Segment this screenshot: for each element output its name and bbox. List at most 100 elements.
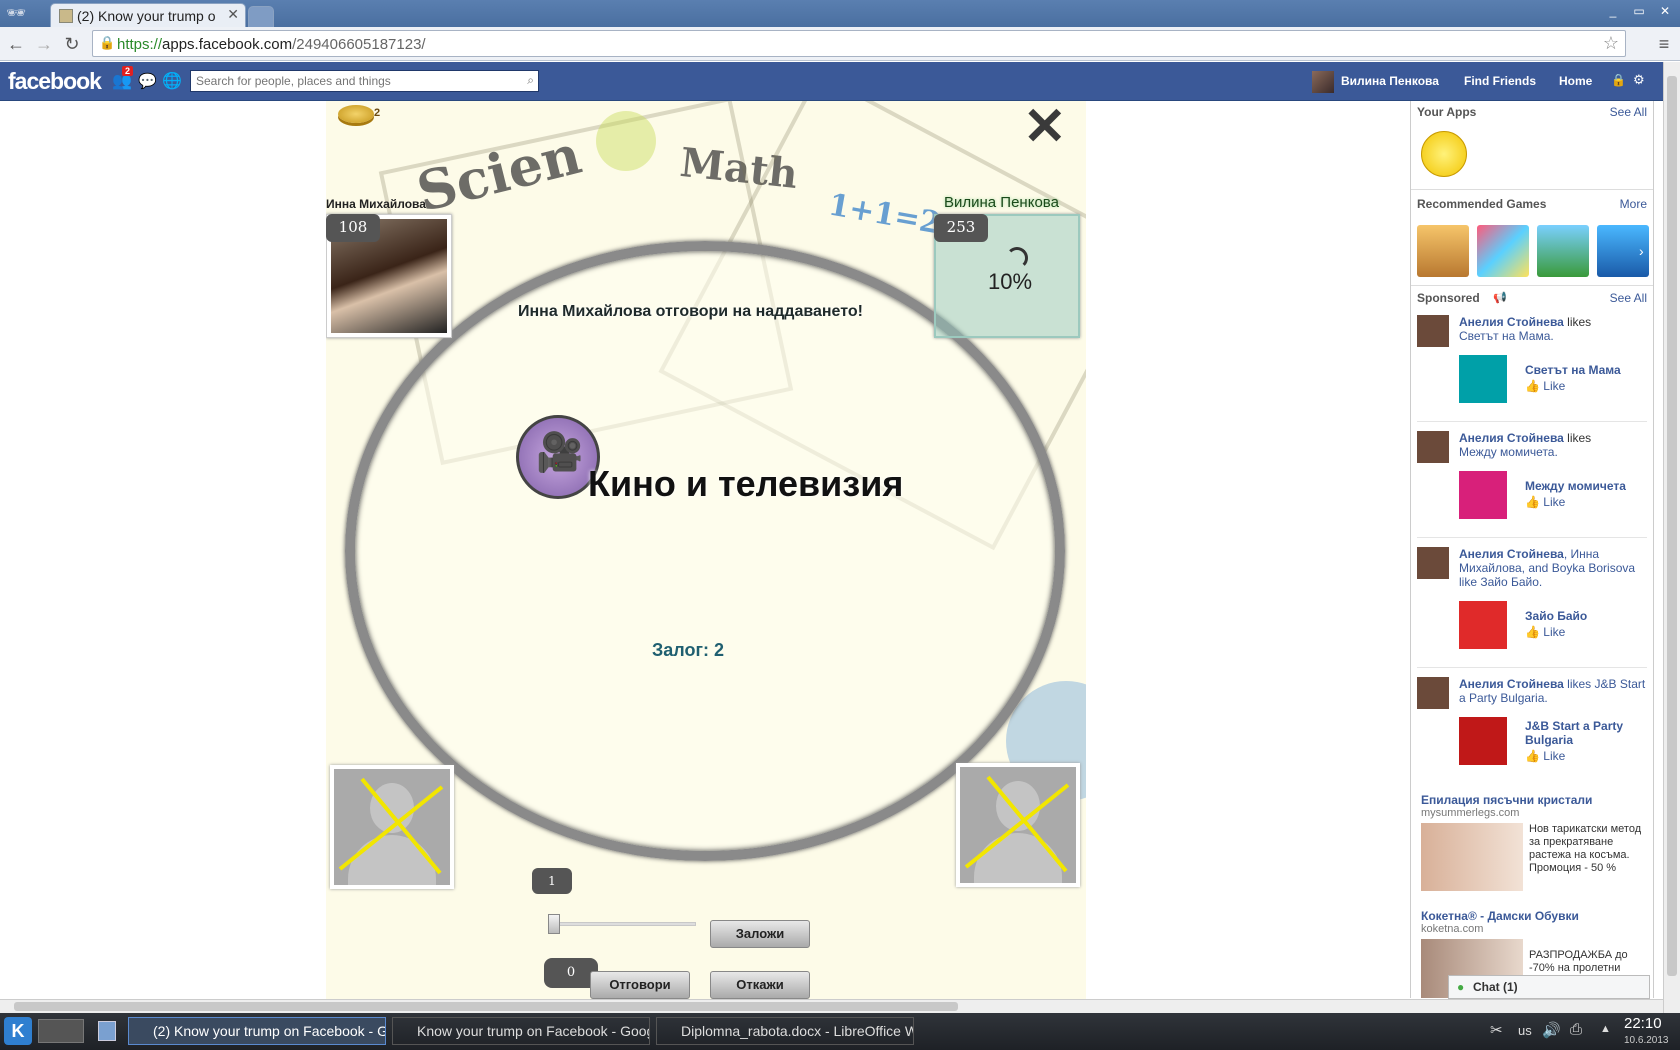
chat-bar[interactable]: ● Chat (1) xyxy=(1448,975,1650,999)
film-camera-glyph: 🎥 xyxy=(536,432,584,474)
tab-active[interactable]: (2) Know your trump o ✕ xyxy=(50,3,246,27)
ad-site[interactable]: koketna.com xyxy=(1421,923,1483,935)
keyboard-layout[interactable]: us xyxy=(1518,1023,1532,1038)
search-input[interactable] xyxy=(191,71,511,91)
minimize-icon[interactable]: _ xyxy=(1602,3,1624,19)
kde-menu-icon[interactable]: K xyxy=(4,1017,32,1045)
address-bar[interactable]: 🔒 https://apps.facebook.com/249406605187… xyxy=(92,30,1626,57)
like-link[interactable]: 👍 Like xyxy=(1525,749,1565,763)
avatar[interactable] xyxy=(1417,315,1449,347)
page-thumbnail[interactable] xyxy=(1459,355,1507,403)
chat-label: Chat (1) xyxy=(1473,980,1518,994)
incognito-icon: 🕶 xyxy=(6,5,27,22)
facebook-logo[interactable]: facebook xyxy=(8,68,102,95)
nav-find-friends[interactable]: Find Friends xyxy=(1464,74,1536,88)
tray-expand-icon[interactable]: ▲ xyxy=(1600,1023,1611,1035)
chat-online-icon: ● xyxy=(1457,980,1465,994)
menu-icon[interactable]: ≡ xyxy=(1652,32,1676,56)
like-link[interactable]: 👍 Like xyxy=(1525,379,1565,393)
taskbar-task-chrome-active[interactable]: (2) Know your trump on Facebook - G xyxy=(128,1017,386,1045)
app-icon-smiley[interactable] xyxy=(1421,131,1467,177)
taskbar-task-libreoffice[interactable]: Diplomna_rabota.docx - LibreOffice W xyxy=(656,1017,914,1045)
scroll-thumb[interactable] xyxy=(1667,76,1677,976)
pager-icon[interactable] xyxy=(38,1019,84,1043)
recommended-games-more[interactable]: More xyxy=(1620,197,1647,211)
tab-close-icon[interactable]: ✕ xyxy=(227,6,239,23)
clock-time[interactable]: 22:10 xyxy=(1624,1015,1662,1032)
settings-gear-icon[interactable]: ⚙ xyxy=(1633,72,1645,88)
game-thumb-petcity[interactable] xyxy=(1537,225,1589,277)
show-desktop-icon[interactable] xyxy=(98,1021,116,1041)
volume-icon[interactable]: 🔊 xyxy=(1542,1021,1561,1039)
page-thumbnail[interactable] xyxy=(1459,717,1507,765)
thumbs-up-icon: 👍 xyxy=(1525,625,1544,639)
url-text: https://apps.facebook.com/24940660518712… xyxy=(117,36,426,53)
notifications-icon[interactable]: 🌐 xyxy=(162,71,182,91)
x-mark-icon xyxy=(964,775,1070,873)
search-icon[interactable]: ⌕ xyxy=(527,73,534,88)
user-avatar[interactable] xyxy=(1312,71,1334,93)
page-name[interactable]: J&B Start a Party Bulgaria xyxy=(1525,719,1653,747)
maximize-icon[interactable]: ▭ xyxy=(1628,3,1650,19)
your-apps-see-all[interactable]: See All xyxy=(1610,105,1647,119)
reload-icon[interactable]: ↻ xyxy=(60,32,84,56)
sponsored-story: Анелия Стойнева likes Светът на Мама. Све… xyxy=(1417,315,1649,415)
coins-icon xyxy=(338,105,374,123)
story-text: Анелия Стойнева likes Светът на Мама. xyxy=(1459,315,1592,343)
tab-title: (2) Know your trump o xyxy=(77,8,216,24)
favicon-icon xyxy=(59,9,73,23)
tray-scissors-icon[interactable]: ✂ xyxy=(1490,1021,1503,1039)
bookmark-star-icon[interactable]: ☆ xyxy=(1603,33,1619,54)
nav-user-name[interactable]: Вилина Пенкова xyxy=(1341,74,1439,88)
avatar[interactable] xyxy=(1417,547,1449,579)
game-thumb-gems[interactable] xyxy=(1477,225,1529,277)
horizontal-scrollbar[interactable] xyxy=(0,999,1663,1013)
browser-tab-strip: 🕶 (2) Know your trump o ✕ _ ▭ ✕ xyxy=(0,0,1680,27)
taskbar-task-chrome[interactable]: Know your trump on Facebook - Goog xyxy=(392,1017,650,1045)
like-link[interactable]: 👍 Like xyxy=(1525,495,1565,509)
bet-slider-track[interactable] xyxy=(548,922,696,926)
like-link[interactable]: 👍 Like xyxy=(1525,625,1565,639)
thumbs-up-icon: 👍 xyxy=(1525,379,1544,393)
nav-home[interactable]: Home xyxy=(1559,74,1592,88)
page-name[interactable]: Между момичета xyxy=(1525,479,1626,493)
page-name[interactable]: Зайо Байо xyxy=(1525,609,1587,623)
ad-title[interactable]: Кокетна® - Дамски Обувки xyxy=(1421,909,1579,923)
network-icon[interactable]: ⎙ xyxy=(1570,1021,1582,1038)
ad-site[interactable]: mysummerlegs.com xyxy=(1421,807,1519,819)
coins-count: 2 xyxy=(374,107,381,119)
game-thumb-bear[interactable] xyxy=(1417,225,1469,277)
bet-button[interactable]: Заложи xyxy=(710,920,810,948)
recommended-games-heading: Recommended Games xyxy=(1417,197,1547,211)
avatar[interactable] xyxy=(1417,677,1449,709)
sponsored-see-all[interactable]: See All xyxy=(1610,291,1647,305)
facebook-header: facebook 👥 2 💬 🌐 ⌕ Вилина Пенкова Find F… xyxy=(0,62,1680,101)
empty-player-slot-left[interactable] xyxy=(330,765,454,889)
avatar[interactable] xyxy=(1417,431,1449,463)
empty-player-slot-right[interactable] xyxy=(956,763,1080,887)
games-next-icon[interactable]: › xyxy=(1639,243,1644,259)
privacy-shortcuts-icon[interactable]: 🔒 xyxy=(1611,73,1626,87)
ad-body: Нов тарикатски метод за прекратяване рас… xyxy=(1529,823,1642,874)
ad-title[interactable]: Епилация пясъчни кристали xyxy=(1421,793,1592,807)
answer-button[interactable]: Отговори xyxy=(590,971,690,999)
scroll-thumb[interactable] xyxy=(14,1002,958,1011)
close-game-icon[interactable]: ✕ xyxy=(1023,101,1067,153)
new-tab-button[interactable] xyxy=(248,6,274,27)
ad-image[interactable] xyxy=(1421,823,1523,891)
back-icon[interactable]: ← xyxy=(4,32,28,56)
decline-button[interactable]: Откажи xyxy=(710,971,810,999)
vertical-scrollbar[interactable] xyxy=(1663,62,1680,1013)
sponsored-story: Анелия Стойнева, Инна Михайлова, and Boy… xyxy=(1417,547,1649,667)
bet-slider-handle[interactable] xyxy=(548,914,560,934)
page-thumbnail[interactable] xyxy=(1459,601,1507,649)
page-thumbnail[interactable] xyxy=(1459,471,1507,519)
forward-icon[interactable]: → xyxy=(32,32,56,56)
sponsored-story: Анелия Стойнева likes Между момичета. Меж… xyxy=(1417,431,1649,531)
story-text: Анелия Стойнева likes J&B Start a Party … xyxy=(1459,677,1646,705)
search-field[interactable]: ⌕ xyxy=(190,70,539,92)
page-name[interactable]: Светът на Мама xyxy=(1525,363,1621,377)
messages-icon[interactable]: 💬 xyxy=(138,72,157,90)
thumbs-up-icon: 👍 xyxy=(1525,495,1544,509)
close-window-icon[interactable]: ✕ xyxy=(1654,3,1676,19)
